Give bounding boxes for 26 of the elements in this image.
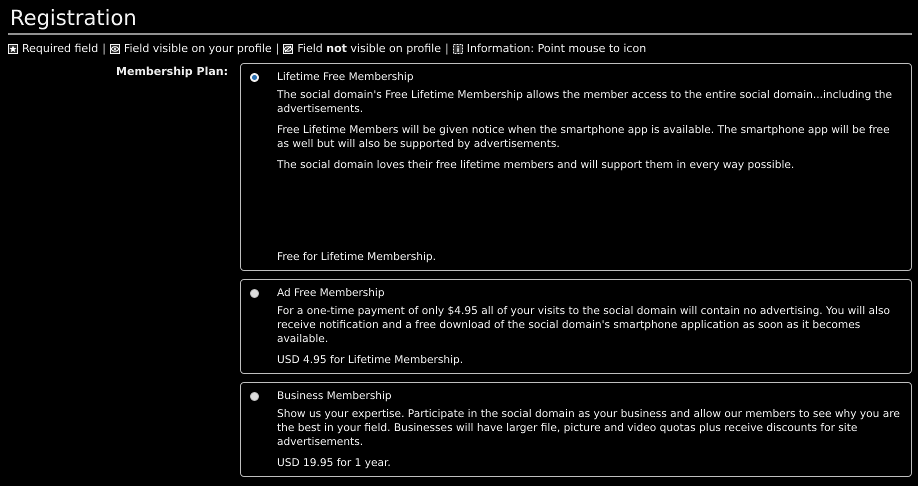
plan-description: The social domain's Free Lifetime Membership allows the member access to the entire social domain...including the advertisements.	[277, 88, 893, 116]
plan-price: Free for Lifetime Membership.	[277, 250, 438, 264]
plan-description: Show us your expertise. Participate in the social domain as your business and allow our members to see why you are the best in your field. Businesses will have larger file, picture and video quotas plus receive discounts for site advertisements.	[277, 407, 901, 449]
legend-text: Information: Point mouse to icon	[466, 42, 646, 55]
separator: |	[102, 42, 106, 55]
plan-price: USD 4.95 for Lifetime Membership.	[277, 353, 464, 367]
plan-description: The social domain loves their free lifetime members and will support them in every way possible.	[277, 158, 796, 172]
plan-name: Ad Free Membership	[277, 286, 386, 300]
crossed-eye-icon	[283, 44, 294, 54]
plan-description: Free Lifetime Members will be given notice when the smartphone app is available. The smartphone app will be free as well but will also be supported by advertisements.	[277, 123, 891, 151]
plan-price: USD 19.95 for 1 year.	[277, 456, 392, 470]
legend-text: Required field	[22, 42, 98, 55]
legend-text: Field visible on your profile	[124, 42, 272, 55]
separator: |	[445, 42, 449, 55]
info-icon	[452, 44, 463, 54]
separator: |	[276, 42, 280, 55]
star-icon	[8, 44, 18, 54]
plan-name: Business Membership	[277, 389, 393, 403]
legend-text: Field not visible on profile	[297, 42, 442, 55]
radio-button[interactable]	[250, 392, 259, 401]
eye-icon	[110, 44, 120, 54]
plan-description: For a one-time payment of only $4.95 all of your visits to the social domain will contain no advertising. You will also receive notification and a free download of the social domain's smartphone application as soon as it becomes available.	[277, 304, 891, 346]
radio-button[interactable]	[250, 289, 259, 298]
page-title: Registration	[8, 4, 912, 35]
plan-name: Lifetime Free Membership	[277, 70, 414, 84]
field-label: Membership Plan:	[115, 64, 228, 80]
